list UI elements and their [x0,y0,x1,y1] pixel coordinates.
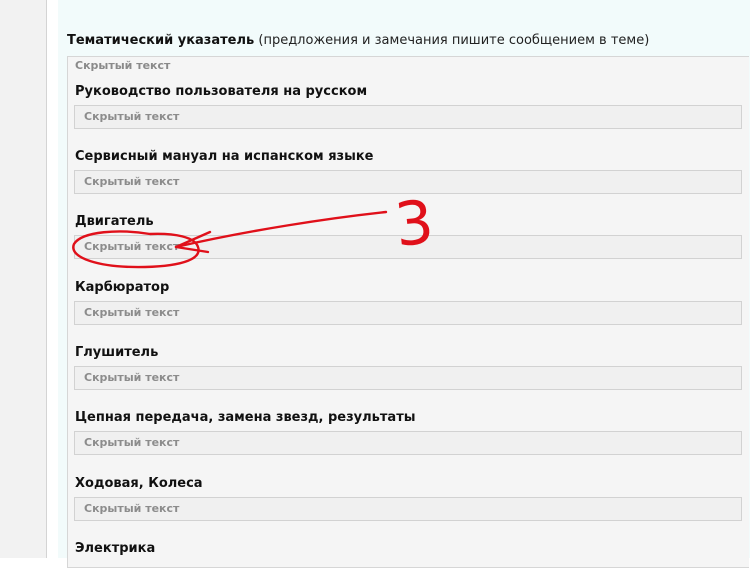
annotation-marks [72,210,388,269]
annotation-arrow-shaft [174,210,388,249]
annotation-number: 3 [392,187,437,261]
red-annotation-overlay: 3 [72,187,437,269]
annotation-circle [72,230,200,269]
